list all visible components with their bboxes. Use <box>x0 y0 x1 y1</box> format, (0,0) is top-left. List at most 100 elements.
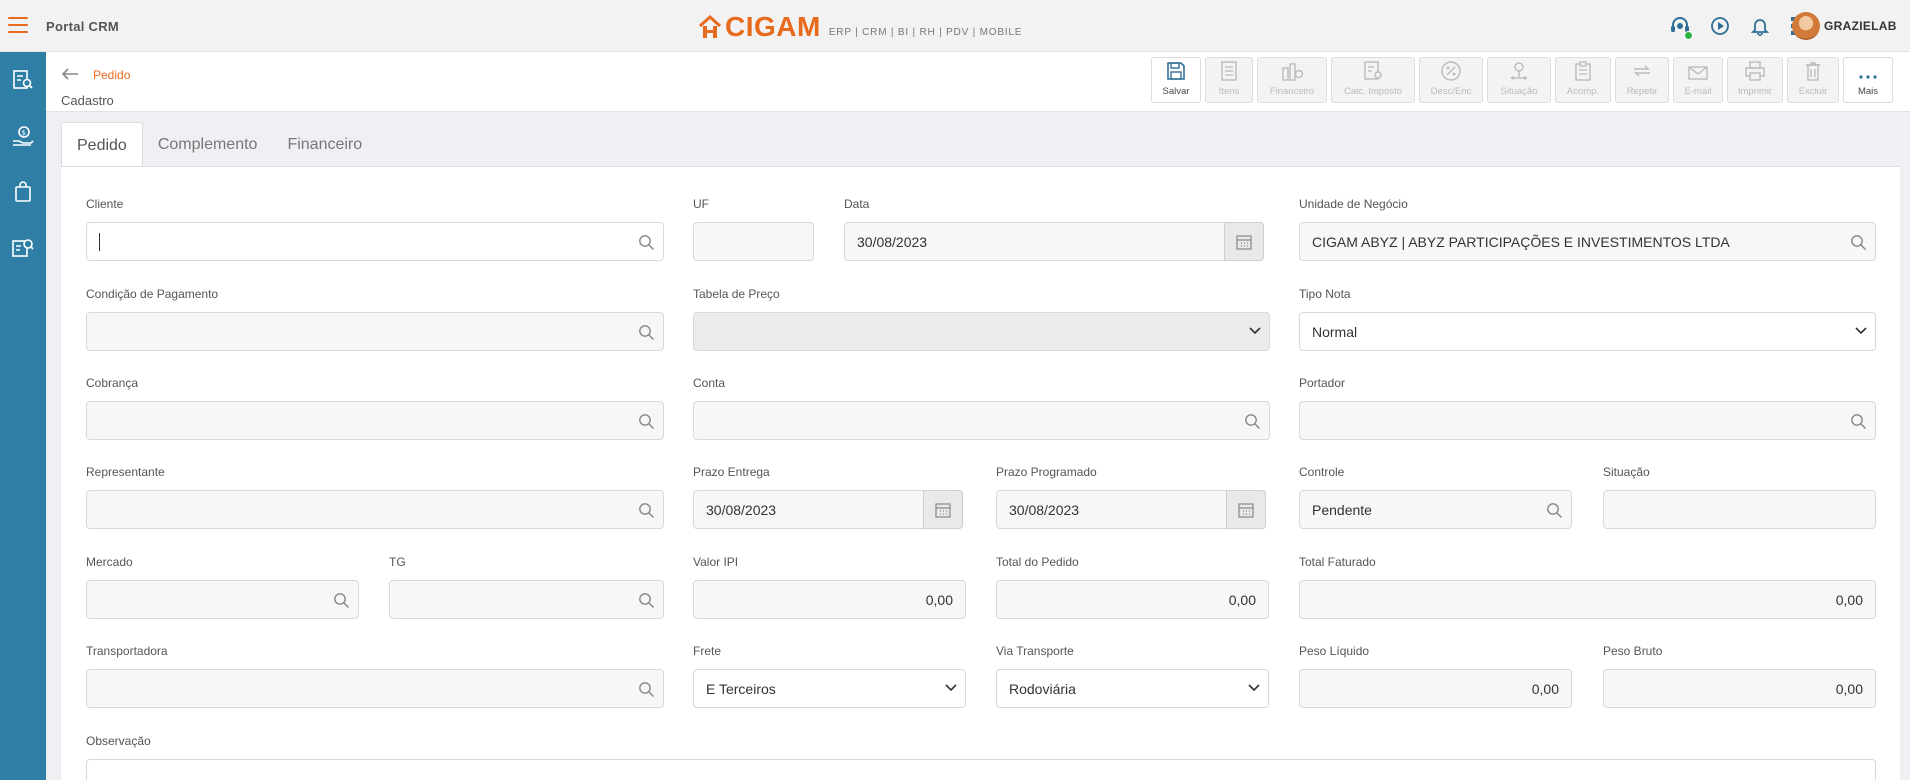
unidade-input[interactable]: CIGAM ABYZ | ABYZ PARTICIPAÇÕES E INVEST… <box>1299 222 1876 261</box>
search-icon[interactable] <box>638 502 655 519</box>
total-pedido-input[interactable]: 0,00 <box>996 580 1269 619</box>
tg-label: TG <box>389 555 406 569</box>
representante-input[interactable] <box>86 490 664 529</box>
notifications-button[interactable] <box>1740 12 1780 40</box>
transportadora-input[interactable] <box>86 669 664 708</box>
situacao-input[interactable] <box>1603 490 1876 529</box>
delete-button[interactable]: Excluir <box>1787 57 1839 103</box>
page-subtitle: Cadastro <box>61 93 114 108</box>
status-button-label: Situação <box>1500 86 1538 97</box>
save-button[interactable]: Salvar <box>1151 57 1201 103</box>
more-button[interactable]: Mais <box>1843 57 1893 103</box>
portador-label: Portador <box>1299 376 1346 390</box>
controle-label: Controle <box>1299 465 1345 479</box>
mercado-input[interactable] <box>86 580 359 619</box>
delete-button-label: Excluir <box>1798 86 1828 97</box>
order-form: Cliente UF Data 30/08/2023 Unidade de Ne… <box>61 166 1900 780</box>
search-icon[interactable] <box>638 413 655 430</box>
calendar-button[interactable] <box>1226 490 1266 529</box>
left-sidebar: $ <box>0 52 46 780</box>
conta-label: Conta <box>693 376 726 390</box>
search-icon[interactable] <box>638 324 655 341</box>
tab-financeiro[interactable]: Financeiro <box>272 123 377 167</box>
peso-bruto-label: Peso Bruto <box>1603 644 1663 658</box>
data-value: 30/08/2023 <box>857 233 928 250</box>
portador-input[interactable] <box>1299 401 1876 440</box>
peso-liquido-value: 0,00 <box>1531 680 1559 697</box>
total-faturado-input[interactable]: 0,00 <box>1299 580 1876 619</box>
items-button[interactable]: Itens <box>1205 57 1253 103</box>
search-icon[interactable] <box>638 234 655 251</box>
peso-liquido-label: Peso Líquido <box>1299 644 1370 658</box>
mercado-label: Mercado <box>86 555 133 569</box>
document-search-icon <box>12 239 34 257</box>
play-video-button[interactable] <box>1700 12 1740 40</box>
frete-select[interactable]: E Terceiros <box>693 669 966 708</box>
condicao-label: Condição de Pagamento <box>86 287 219 301</box>
back-button[interactable] <box>60 66 80 87</box>
chevron-down-icon <box>945 684 957 692</box>
condicao-input[interactable] <box>86 312 664 351</box>
cobranca-input[interactable] <box>86 401 664 440</box>
conta-input[interactable] <box>693 401 1270 440</box>
sidebar-item-reports[interactable] <box>0 52 46 108</box>
controle-input[interactable]: Pendente <box>1299 490 1572 529</box>
valor-ipi-input[interactable]: 0,00 <box>693 580 966 619</box>
print-button[interactable]: Imprimir <box>1727 57 1783 103</box>
svg-text:$: $ <box>22 129 26 137</box>
sidebar-item-finance[interactable]: $ <box>0 108 46 164</box>
representante-label: Representante <box>86 465 165 479</box>
print-icon <box>1745 61 1765 81</box>
tabela-select[interactable] <box>693 312 1270 351</box>
tipo-nota-select[interactable]: Normal <box>1299 312 1876 351</box>
situacao-label: Situação <box>1603 465 1650 479</box>
search-icon[interactable] <box>1850 413 1867 430</box>
search-icon[interactable] <box>638 592 655 609</box>
via-transporte-select[interactable]: Rodoviária <box>996 669 1269 708</box>
items-button-label: Itens <box>1218 86 1240 97</box>
prazo-entrega-input[interactable]: 30/08/2023 <box>693 490 963 529</box>
search-icon[interactable] <box>638 681 655 698</box>
finance-button[interactable]: Financeiro <box>1257 57 1327 103</box>
house-logo-icon <box>698 14 722 38</box>
tab-pedido[interactable]: Pedido <box>61 122 143 168</box>
uf-input[interactable] <box>693 222 814 261</box>
search-icon[interactable] <box>1244 413 1261 430</box>
tab-complemento[interactable]: Complemento <box>143 123 273 167</box>
more-icon <box>1859 75 1877 79</box>
avatar <box>1792 12 1820 40</box>
cliente-input[interactable] <box>86 222 664 261</box>
data-input[interactable]: 30/08/2023 <box>844 222 1264 261</box>
discount-button[interactable]: Desc/Enc <box>1419 57 1483 103</box>
tg-input[interactable] <box>389 580 664 619</box>
repeat-button[interactable]: Repetir <box>1615 57 1669 103</box>
calc-tax-button[interactable]: Calc. Imposto <box>1331 57 1415 103</box>
follow-up-button[interactable]: Acomp. <box>1555 57 1611 103</box>
chevron-down-icon <box>1248 684 1260 692</box>
follow-up-button-label: Acomp. <box>1566 86 1600 97</box>
peso-bruto-value: 0,00 <box>1835 680 1863 697</box>
prazo-programado-value: 30/08/2023 <box>1009 501 1080 518</box>
unidade-label: Unidade de Negócio <box>1299 197 1408 211</box>
search-icon[interactable] <box>1850 234 1867 251</box>
percent-icon <box>1441 61 1461 81</box>
sidebar-item-orders[interactable] <box>0 164 46 220</box>
peso-liquido-input[interactable]: 0,00 <box>1299 669 1572 708</box>
save-icon <box>1167 62 1185 80</box>
hamburger-menu-icon[interactable] <box>8 17 28 35</box>
support-headset-button[interactable] <box>1660 12 1700 40</box>
email-button[interactable]: E-mail <box>1673 57 1723 103</box>
breadcrumb-link[interactable]: Pedido <box>93 68 130 82</box>
calendar-button[interactable] <box>923 490 963 529</box>
user-menu[interactable]: GRAZIELAB <box>1792 12 1897 40</box>
calendar-button[interactable] <box>1224 222 1264 261</box>
search-icon[interactable] <box>333 592 350 609</box>
observacao-textarea[interactable] <box>86 759 1876 780</box>
peso-bruto-input[interactable]: 0,00 <box>1603 669 1876 708</box>
search-icon[interactable] <box>1546 502 1563 519</box>
bell-icon <box>1750 19 1770 36</box>
status-button[interactable]: Situação <box>1487 57 1551 103</box>
shopping-bag-icon <box>15 181 31 202</box>
prazo-programado-input[interactable]: 30/08/2023 <box>996 490 1266 529</box>
sidebar-item-search-docs[interactable] <box>0 220 46 276</box>
